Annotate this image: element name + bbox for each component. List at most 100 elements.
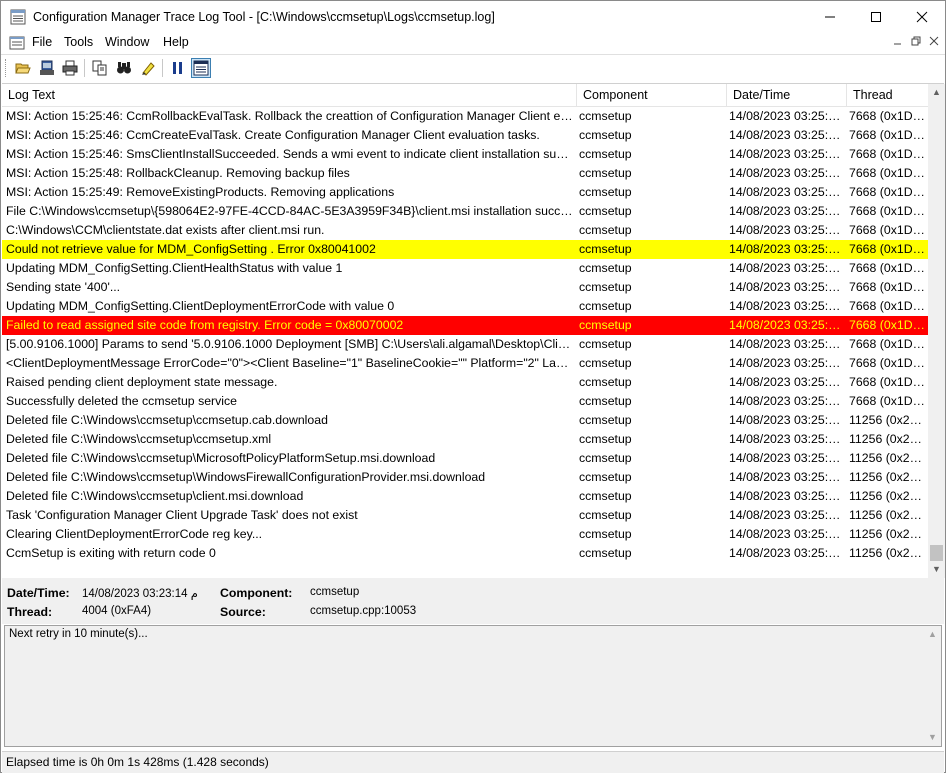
- table-row[interactable]: Deleted file C:\Windows\ccmsetup\ccmsetu…: [2, 411, 928, 430]
- component-cell: ccmsetup: [579, 451, 632, 465]
- component-cell: ccmsetup: [579, 527, 632, 541]
- table-row[interactable]: File C:\Windows\ccmsetup\{598064E2-97FE-…: [2, 202, 928, 221]
- table-row[interactable]: MSI: Action 15:25:49: RemoveExistingProd…: [2, 183, 928, 202]
- thread-cell: 7668 (0x1DF4): [849, 280, 928, 294]
- detail-component-value: ccmsetup: [310, 586, 360, 598]
- title-bar[interactable]: Configuration Manager Trace Log Tool - […: [1, 1, 945, 33]
- menu-tools[interactable]: Tools: [64, 35, 93, 49]
- app-window: Configuration Manager Trace Log Tool - […: [0, 0, 946, 773]
- message-vertical-scrollbar[interactable]: ▲ ▼: [924, 626, 941, 746]
- datetime-cell: 14/08/2023 03:25:55 م: [729, 451, 846, 465]
- log-text-cell: Clearing ClientDeploymentErrorCode reg k…: [6, 527, 263, 541]
- pause-icon[interactable]: [168, 58, 188, 78]
- datetime-cell: 14/08/2023 03:25:49 م: [729, 185, 846, 199]
- table-row[interactable]: C:\Windows\CCM\clientstate.dat exists af…: [2, 221, 928, 240]
- table-row[interactable]: Task 'Configuration Manager Client Upgra…: [2, 506, 928, 525]
- toolbar-separator: [162, 59, 163, 77]
- open-icon[interactable]: [13, 58, 33, 78]
- log-list[interactable]: Log Text Component Date/Time Thread MSI:…: [2, 83, 945, 578]
- log-text-cell: Updating MDM_ConfigSetting.ClientDeploym…: [6, 299, 395, 313]
- log-text-cell: MSI: Action 15:25:48: RollbackCleanup. R…: [6, 166, 350, 180]
- minimize-button[interactable]: [807, 1, 853, 33]
- highlight-icon[interactable]: [138, 58, 158, 78]
- thread-cell: 7668 (0x1DF4): [849, 204, 928, 218]
- close-button[interactable]: [899, 1, 945, 33]
- status-bar: Elapsed time is 0h 0m 1s 428ms (1.428 se…: [2, 751, 944, 773]
- table-row[interactable]: MSI: Action 15:25:46: CcmRollbackEvalTas…: [2, 107, 928, 126]
- table-row[interactable]: Raised pending client deployment state m…: [2, 373, 928, 392]
- table-row[interactable]: Clearing ClientDeploymentErrorCode reg k…: [2, 525, 928, 544]
- table-row[interactable]: Deleted file C:\Windows\ccmsetup\Windows…: [2, 468, 928, 487]
- table-row[interactable]: Sending state '400'... ccmsetup 14/08/2023…: [2, 278, 928, 297]
- log-text-cell: Deleted file C:\Windows\ccmsetup\client.…: [6, 489, 304, 503]
- column-header-datetime[interactable]: Date/Time: [727, 84, 847, 106]
- log-text-cell: CcmSetup is exiting with return code 0: [6, 546, 216, 560]
- toolbar-separator: [84, 59, 85, 77]
- component-cell: ccmsetup: [579, 204, 632, 218]
- message-box[interactable]: Next retry in 10 minute(s)... ▲ ▼: [4, 625, 942, 747]
- component-cell: ccmsetup: [579, 128, 632, 142]
- message-scroll-up-icon[interactable]: ▲: [924, 626, 941, 643]
- menu-help[interactable]: Help: [163, 35, 189, 49]
- datetime-cell: 14/08/2023 03:25:55 م: [729, 413, 846, 427]
- print-icon[interactable]: [60, 58, 80, 78]
- column-header-thread[interactable]: Thread: [847, 84, 928, 106]
- log-text-cell: <ClientDeploymentMessage ErrorCode="0"><…: [6, 356, 574, 370]
- component-cell: ccmsetup: [579, 318, 632, 332]
- table-row[interactable]: Failed to read assigned site code from r…: [2, 316, 928, 335]
- column-header-component[interactable]: Component: [577, 84, 727, 106]
- component-cell: ccmsetup: [579, 280, 632, 294]
- component-cell: ccmsetup: [579, 109, 632, 123]
- component-cell: ccmsetup: [579, 261, 632, 275]
- datetime-cell: 14/08/2023 03:25:46 م: [729, 128, 846, 142]
- scroll-thumb[interactable]: [930, 545, 943, 561]
- component-cell: ccmsetup: [579, 546, 632, 560]
- datetime-cell: 14/08/2023 03:25:49 م: [729, 356, 846, 370]
- mdi-close-icon[interactable]: [926, 36, 942, 50]
- table-row[interactable]: [5.00.9106.1000] Params to send '5.0.910…: [2, 335, 928, 354]
- table-row[interactable]: Deleted file C:\Windows\ccmsetup\Microso…: [2, 449, 928, 468]
- table-row[interactable]: Could not retrieve value for MDM_ConfigS…: [2, 240, 928, 259]
- menu-window[interactable]: Window: [105, 35, 149, 49]
- thread-cell: 7668 (0x1DF4): [849, 375, 928, 389]
- print-preview-icon[interactable]: [37, 58, 57, 78]
- log-text-cell: Successfully deleted the ccmsetup servic…: [6, 394, 238, 408]
- document-window-icon[interactable]: [9, 35, 25, 51]
- table-row[interactable]: MSI: Action 15:25:46: CcmCreateEvalTask.…: [2, 126, 928, 145]
- table-row[interactable]: <ClientDeploymentMessage ErrorCode="0"><…: [2, 354, 928, 373]
- component-cell: ccmsetup: [579, 242, 632, 256]
- log-text-cell: C:\Windows\CCM\clientstate.dat exists af…: [6, 223, 325, 237]
- mdi-restore-icon[interactable]: [908, 36, 924, 50]
- log-text-cell: Updating MDM_ConfigSetting.ClientHealthS…: [6, 261, 343, 275]
- mdi-minimize-icon[interactable]: [890, 36, 906, 50]
- table-row[interactable]: MSI: Action 15:25:48: RollbackCleanup. R…: [2, 164, 928, 183]
- datetime-cell: 14/08/2023 03:25:46 م: [729, 109, 846, 123]
- scroll-down-icon[interactable]: ▼: [928, 561, 945, 578]
- log-text-cell: Could not retrieve value for MDM_ConfigS…: [6, 242, 376, 256]
- column-header-log-text[interactable]: Log Text: [2, 84, 577, 106]
- table-row[interactable]: Deleted file C:\Windows\ccmsetup\client.…: [2, 487, 928, 506]
- component-cell: ccmsetup: [579, 223, 632, 237]
- toolbar-grip[interactable]: [5, 59, 9, 77]
- component-cell: ccmsetup: [579, 394, 632, 408]
- scroll-up-icon[interactable]: ▲: [928, 84, 945, 101]
- table-row[interactable]: Updating MDM_ConfigSetting.ClientHealthS…: [2, 259, 928, 278]
- table-row[interactable]: Updating MDM_ConfigSetting.ClientDeploym…: [2, 297, 928, 316]
- datetime-cell: 14/08/2023 03:25:49 م: [729, 280, 846, 294]
- component-cell: ccmsetup: [579, 489, 632, 503]
- table-row[interactable]: Successfully deleted the ccmsetup servic…: [2, 392, 928, 411]
- table-row[interactable]: MSI: Action 15:25:46: SmsClientInstallSu…: [2, 145, 928, 164]
- message-scroll-down-icon[interactable]: ▼: [924, 729, 941, 746]
- find-icon[interactable]: [114, 58, 134, 78]
- thread-cell: 11256 (0x2BF8: [849, 413, 928, 427]
- window-title: Configuration Manager Trace Log Tool - […: [33, 10, 495, 24]
- datetime-cell: 14/08/2023 03:25:54 م: [729, 394, 846, 408]
- details-icon[interactable]: [191, 58, 211, 78]
- menu-file[interactable]: File: [32, 35, 52, 49]
- table-row[interactable]: CcmSetup is exiting with return code 0 cc…: [2, 544, 928, 563]
- datetime-cell: 14/08/2023 03:25:49 م: [729, 261, 846, 275]
- table-row[interactable]: Deleted file C:\Windows\ccmsetup\ccmsetu…: [2, 430, 928, 449]
- copy-icon[interactable]: [90, 58, 110, 78]
- maximize-button[interactable]: [853, 1, 899, 33]
- list-vertical-scrollbar[interactable]: ▲ ▼: [928, 84, 945, 578]
